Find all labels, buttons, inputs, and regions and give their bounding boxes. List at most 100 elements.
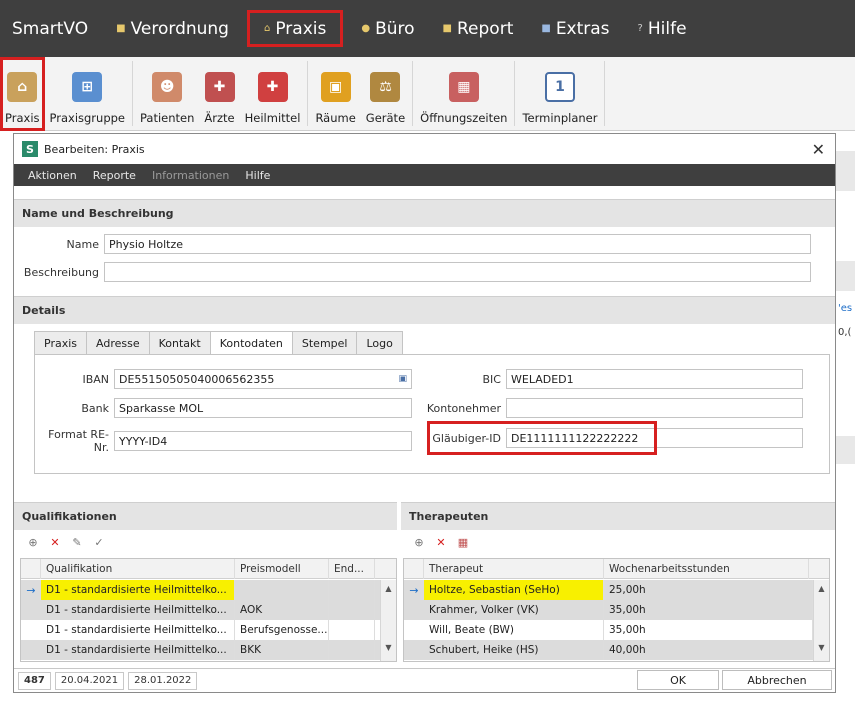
edit-praxis-dialog: S Bearbeiten: Praxis ✕ Aktionen Reporte … [13, 133, 836, 693]
table-row[interactable]: Will, Beate (BW) 35,00h [404, 620, 813, 640]
ribbon-divider [604, 61, 606, 126]
table-row[interactable]: Krahmer, Volker (VK) 35,00h [404, 600, 813, 620]
menu-hilfe[interactable]: ? Hilfe [624, 10, 701, 47]
ribbon-raeume[interactable]: ▣ Räume [310, 57, 360, 131]
add-icon[interactable]: ⊕ [412, 535, 426, 549]
dialog-title: Bearbeiten: Praxis [44, 142, 145, 156]
patient-icon: ☻ [152, 72, 183, 102]
house-icon: ⌂ [7, 72, 38, 102]
lock-icon: ▣ [320, 72, 351, 102]
calendar-icon: ▦ [448, 72, 479, 102]
beschreibung-label: Beschreibung [23, 265, 99, 279]
doctor-icon: ✚ [204, 72, 235, 102]
details-tabs: Praxis Adresse Kontakt Kontodaten Stempe… [34, 331, 403, 355]
col-end[interactable]: End... [329, 558, 375, 579]
ribbon-praxisgruppe[interactable]: ⊞ Praxisgruppe [45, 57, 131, 131]
thera-scrollbar[interactable]: ▲ ▼ [813, 580, 829, 661]
table-row[interactable]: D1 - standardisierte Heilmittelko... Ber… [21, 620, 380, 640]
table-row[interactable]: → D1 - standardisierte Heilmittelko... [21, 580, 380, 600]
created-date: 20.04.2021 [54, 671, 125, 690]
check-icon[interactable]: ✓ [92, 535, 106, 549]
iban-label: IBAN [82, 372, 109, 386]
col-wochenarbeitsstunden[interactable]: Wochenarbeitsstunden [604, 558, 809, 579]
iban-row: IBAN DE55150505040006562355 ▣ [34, 369, 412, 389]
format-field[interactable]: YYYY-ID4 [114, 431, 412, 451]
section-name-beschreibung: Name und Beschreibung [14, 199, 835, 227]
ribbon-heilmittel[interactable]: ✚ Heilmittel [240, 57, 306, 131]
col-preismodell[interactable]: Preismodell [235, 558, 329, 579]
app-logo-icon: S [22, 141, 38, 157]
app-brand: SmartVO [12, 18, 89, 39]
table-row[interactable]: D1 - standardisierte Heilmittelko... AOK [21, 600, 380, 620]
menu-aktionen[interactable]: Aktionen [20, 169, 85, 182]
kontoinhaber-field[interactable] [506, 398, 803, 418]
tab-stempel[interactable]: Stempel [291, 331, 357, 355]
network-icon: ⊞ [72, 72, 103, 102]
menu-report[interactable]: ■ Report [429, 10, 528, 47]
help-icon: ? [637, 23, 643, 34]
current-row-arrow-icon: → [26, 583, 36, 597]
format-row: Format RE-Nr. YYYY-ID4 [34, 428, 412, 454]
background-panel [835, 261, 855, 291]
ribbon-divider [307, 61, 309, 126]
background-panel [835, 436, 855, 464]
ribbon-praxis[interactable]: ⌂ Praxis [0, 57, 45, 131]
tab-adresse[interactable]: Adresse [86, 331, 149, 355]
col-qualifikation[interactable]: Qualifikation [41, 558, 235, 579]
beschreibung-field[interactable] [104, 262, 811, 282]
menu-praxis[interactable]: ⌂ Praxis [246, 10, 344, 47]
calendar-icon[interactable]: ▦ [456, 535, 470, 549]
name-label: Name [66, 237, 99, 251]
ribbon-aerzte[interactable]: ✚ Ärzte [199, 57, 239, 131]
ribbon-terminplaner[interactable]: 1 Terminplaner [517, 57, 602, 131]
modified-date: 28.01.2022 [128, 671, 198, 690]
table-row[interactable]: → Holtze, Sebastian (SeHo) 25,00h [404, 580, 813, 600]
bic-field[interactable]: WELADED1 [506, 369, 803, 389]
row-indicator-header [404, 558, 424, 579]
row-indicator-header [21, 558, 41, 579]
delete-icon[interactable]: ✕ [434, 535, 448, 549]
ribbon-patienten[interactable]: ☻ Patienten [135, 57, 199, 131]
quali-header: Qualifikation Preismodell End... [21, 558, 396, 579]
scroll-up-icon[interactable]: ▲ [814, 584, 829, 593]
tab-kontakt[interactable]: Kontakt [148, 331, 210, 355]
ribbon-geraete[interactable]: ⚖ Geräte [361, 57, 410, 131]
edit-icon[interactable]: ✎ [70, 535, 84, 549]
background-panel [835, 151, 855, 191]
ribbon-oeffnungszeiten[interactable]: ▦ Öffnungszeiten [415, 57, 512, 131]
firstaid-icon: ✚ [257, 72, 288, 102]
menu-extras[interactable]: ■ Extras [527, 10, 623, 47]
table-row[interactable]: Schubert, Heike (HS) 40,00h [404, 640, 813, 660]
ok-button[interactable]: OK [637, 670, 719, 690]
col-therapeut[interactable]: Therapeut [424, 558, 604, 579]
add-icon[interactable]: ⊕ [26, 535, 40, 549]
close-icon[interactable]: ✕ [812, 140, 825, 159]
delete-icon[interactable]: ✕ [48, 535, 62, 549]
scroll-down-icon[interactable]: ▼ [814, 643, 829, 652]
current-row-arrow-icon: → [409, 583, 419, 597]
table-row[interactable]: D1 - standardisierte Heilmittelko... BKK [21, 640, 380, 660]
card-icon[interactable]: ▣ [398, 374, 407, 384]
tab-logo[interactable]: Logo [356, 331, 403, 355]
annotation-highlight-box [427, 421, 657, 455]
dialog-titlebar: S Bearbeiten: Praxis ✕ [14, 134, 835, 164]
cancel-button[interactable]: Abbrechen [722, 670, 832, 690]
tab-kontodaten[interactable]: Kontodaten [209, 331, 292, 355]
bank-field[interactable]: Sparkasse MOL [114, 398, 412, 418]
scroll-down-icon[interactable]: ▼ [381, 643, 396, 652]
quali-scrollbar[interactable]: ▲ ▼ [380, 580, 396, 661]
thera-grid: Therapeut Wochenarbeitsstunden → Holtze,… [403, 558, 830, 662]
menu-hilfe[interactable]: Hilfe [237, 169, 278, 182]
menu-verordnung[interactable]: ■ Verordnung [102, 10, 243, 47]
tab-praxis[interactable]: Praxis [34, 331, 86, 355]
kontoinhaber-row: Kontonehmer [424, 398, 803, 418]
iban-field[interactable]: DE55150505040006562355 ▣ [114, 369, 412, 389]
report-icon: ■ [442, 23, 452, 34]
menu-reporte[interactable]: Reporte [85, 169, 144, 182]
menu-informationen[interactable]: Informationen [144, 169, 237, 182]
verordnung-icon: ■ [116, 23, 126, 34]
scroll-up-icon[interactable]: ▲ [381, 584, 396, 593]
app-menubar: SmartVO ■ Verordnung ⌂ Praxis ● Büro ■ Repor… [0, 0, 855, 57]
name-field[interactable]: Physio Holtze [104, 234, 811, 254]
menu-buero[interactable]: ● Büro [347, 10, 428, 47]
